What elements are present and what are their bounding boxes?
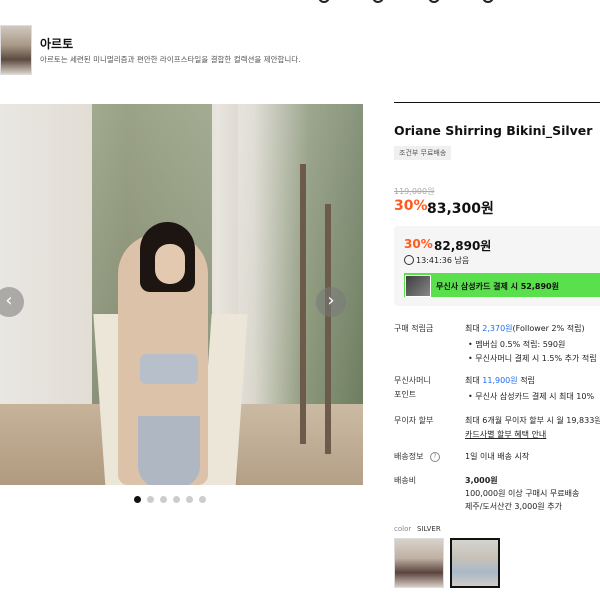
model-face (155, 244, 185, 284)
bikini-top (140, 354, 198, 384)
top-partial-icons (300, 0, 520, 8)
shipping-info-text: 1일 이내 배송 시작 (465, 452, 530, 461)
partial-icon (428, 0, 440, 3)
installment-text: 최대 6개월 무이자 할부 시 월 19,833원 (465, 416, 600, 425)
shipping-fee-label: 배송비 (394, 476, 417, 485)
money-label-2: 포인트 (394, 390, 417, 399)
points-label: 구매 적립금 (394, 324, 434, 333)
points-detail: • 멤버십 0.5% 적립: 590원 (468, 340, 566, 349)
original-price: 119,000원 (394, 187, 435, 196)
partial-icon (318, 0, 330, 3)
color-label: color (394, 525, 412, 533)
tree-trunk (300, 164, 306, 444)
money-label: 무신사머니 (394, 376, 431, 385)
pagination-dot[interactable] (186, 496, 193, 503)
points-max: 최대 2,370원(Follower 2% 적립) (465, 323, 585, 334)
money-max-amount: 11,900원 (482, 376, 518, 385)
brand-name[interactable]: 아르토 (40, 35, 73, 52)
pagination-dot[interactable] (173, 496, 180, 503)
pagination-dot[interactable] (160, 496, 167, 503)
brand-avatar[interactable] (0, 25, 32, 75)
countdown-timer: 13:41:36 남음 (416, 256, 470, 265)
help-icon[interactable]: ? (430, 452, 440, 462)
color-option-swatch-selected[interactable] (450, 538, 500, 588)
shipping-fee-detail: 제주/도서산간 3,000원 추가 (465, 502, 562, 511)
money-max-suffix: 적립 (520, 376, 535, 385)
shipping-badge: 조건부 무료배송 (394, 146, 452, 160)
clock-icon (404, 255, 414, 265)
points-max-amount: 2,370원 (482, 324, 513, 333)
shipping-info-label: 배송정보 (394, 452, 424, 461)
installment-label: 무이자 할부 (394, 416, 434, 425)
coupon-price: 82,890원 (434, 239, 492, 253)
installment-link[interactable]: 카드사별 할부 혜택 안내 (465, 429, 546, 440)
brand-description: 아르토는 세련된 미니멀리즘과 편안한 라이프스타일을 결합한 컬렉션을 제안합… (40, 55, 301, 64)
partial-icon (372, 0, 384, 3)
color-option-swatch[interactable] (394, 538, 444, 588)
discount-rate: 30% (394, 198, 428, 214)
pagination-dot[interactable] (134, 496, 141, 503)
shipping-fee-detail: 100,000원 이상 구매시 무료배송 (465, 489, 580, 498)
money-max-prefix: 최대 (465, 376, 480, 385)
pagination-dot[interactable] (147, 496, 154, 503)
pagination-dot[interactable] (199, 496, 206, 503)
sale-price: 83,300원 (427, 201, 494, 217)
shipping-fee-amount: 3,000원 (465, 476, 498, 485)
card-benefit-text[interactable]: 무신사 삼성카드 결제 시 52,890원 (436, 281, 559, 292)
divider (394, 102, 600, 103)
points-max-prefix: 최대 (465, 324, 480, 333)
tree-trunk (325, 204, 331, 454)
card-image-icon (405, 275, 431, 297)
gallery-next-button[interactable]: › (316, 287, 346, 317)
color-value: SILVER (417, 525, 441, 533)
bikini-bottom (138, 416, 200, 485)
money-detail: • 무신사 삼성카드 결제 시 최대 10% (468, 392, 595, 401)
coupon-discount-rate: 30% (404, 237, 433, 251)
money-max: 최대 11,900원 적립 (465, 375, 535, 386)
points-detail: • 무신사머니 결제 시 1.5% 추가 적립 (468, 354, 597, 363)
points-max-suffix: (Follower 2% 적립) (512, 324, 585, 333)
partial-icon (482, 0, 494, 3)
product-image-gallery[interactable] (0, 104, 363, 485)
product-title: Oriane Shirring Bikini_Silver (394, 123, 593, 138)
